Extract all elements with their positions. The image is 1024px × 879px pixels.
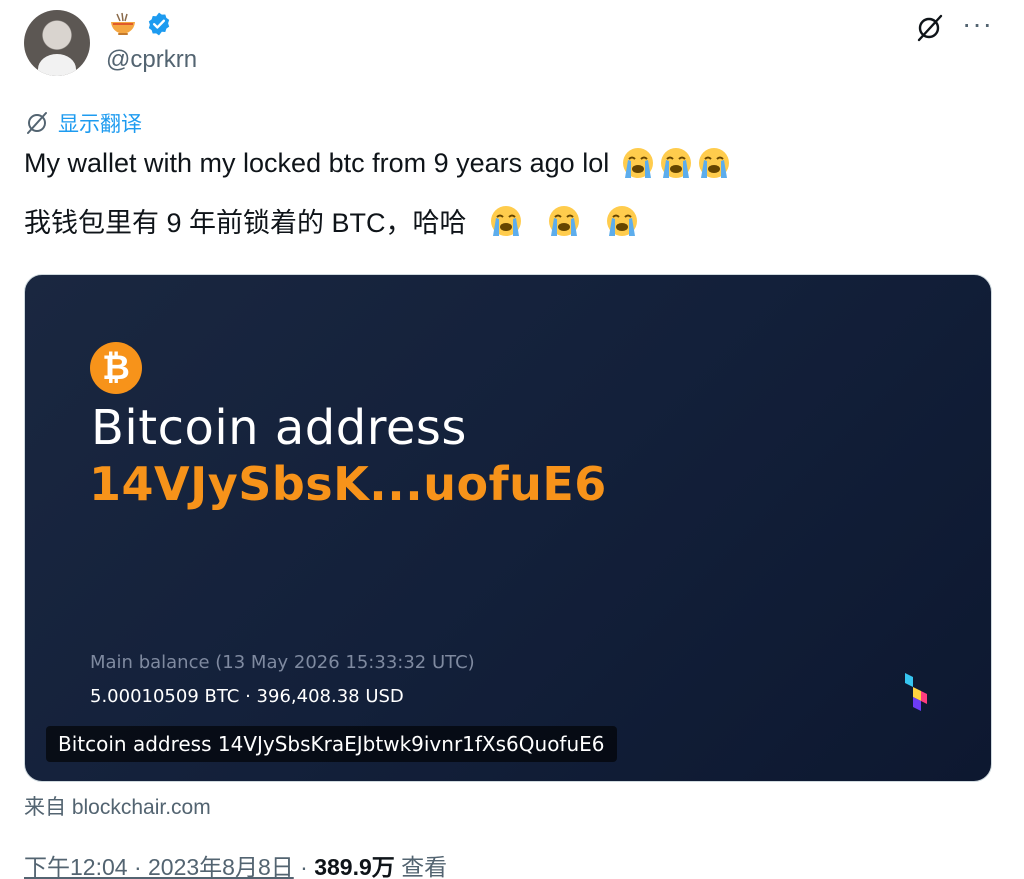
balance-value: 5.00010509 BTC · 396,408.38 USD [90, 686, 404, 707]
balance-label: Main balance (13 May 2026 15:33:32 UTC) [90, 652, 475, 673]
tweet-text-chinese: 我钱包里有 9 年前锁着的 BTC，哈哈 [24, 201, 639, 240]
crying-emoji-row [489, 204, 639, 238]
show-translation-label: 显示翻译 [58, 113, 142, 136]
card-title: Bitcoin address [91, 400, 467, 456]
bitcoin-logo-icon: ₿ [90, 342, 142, 394]
tweet-text-english: My wallet with my locked btc from 9 year… [24, 146, 731, 180]
ramen-bowl-icon [111, 12, 135, 35]
crying-emoji-row [621, 146, 731, 180]
tweet-text-en: My wallet with my locked btc from 9 year… [24, 147, 610, 178]
views-count[interactable]: 389.9万 [314, 854, 395, 879]
author-name-row[interactable] [108, 10, 172, 38]
author-avatar[interactable] [24, 10, 90, 76]
loudly-crying-face-icon [490, 205, 521, 236]
tweet-meta: 下午12:04 · 2023年8月8日 · 389.9万 查看 [24, 848, 447, 879]
loudly-crying-face-icon [623, 148, 654, 178]
loudly-crying-face-icon [699, 148, 730, 178]
verified-badge-icon [148, 12, 170, 36]
translate-icon [27, 112, 47, 134]
show-translation-link[interactable]: 显示翻译 [24, 108, 142, 138]
loudly-crying-face-icon [661, 148, 692, 178]
card-caption: Bitcoin address 14VJySbsKraEJbtwk9ivnr1f… [46, 726, 617, 762]
loudly-crying-face-icon [548, 205, 579, 236]
more-options-icon[interactable]: ··· [962, 10, 993, 38]
tweet-timestamp[interactable]: 下午12:04 · 2023年8月8日 [24, 854, 294, 879]
card-address-short: 14VJySbsK...uofuE6 [89, 457, 607, 511]
blockchair-logo-icon [905, 673, 927, 711]
card-source-link[interactable]: 来自 blockchair.com [24, 791, 211, 821]
author-handle[interactable]: @cprkrn [106, 46, 197, 74]
link-preview-card[interactable]: ₿ Bitcoin address 14VJySbsK...uofuE6 Mai… [24, 274, 992, 782]
tweet-text-zh: 我钱包里有 9 年前锁着的 BTC，哈哈 [24, 208, 467, 238]
views-label: 查看 [394, 854, 448, 879]
grok-icon[interactable] [914, 13, 944, 43]
loudly-crying-face-icon [606, 205, 637, 236]
meta-separator: · [293, 854, 315, 879]
